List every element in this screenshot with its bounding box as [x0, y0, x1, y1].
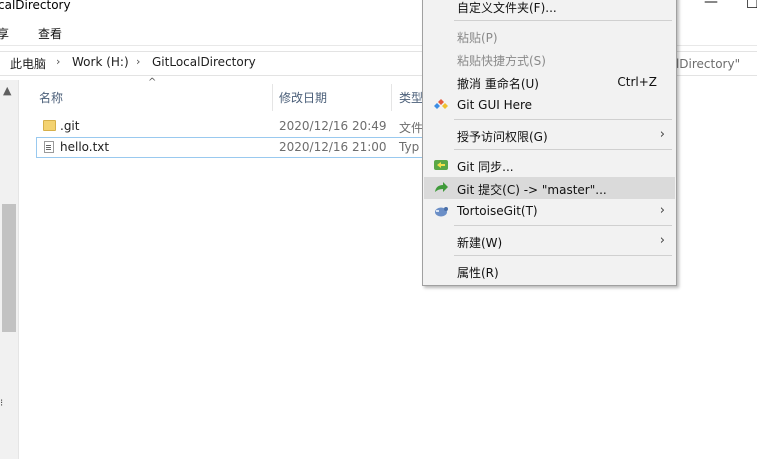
submenu-arrow-icon: › — [659, 233, 665, 248]
git-commit-icon — [433, 181, 449, 195]
scroll-up-arrow-icon[interactable]: ▲ — [3, 84, 11, 97]
menu-item-label: Git 同步... — [457, 160, 514, 174]
minimize-button[interactable]: — — [704, 0, 718, 10]
window-title: calDirectory — [0, 0, 71, 12]
menu-item-grant-access[interactable]: 授予访问权限(G) › — [424, 124, 675, 146]
pane-divider[interactable] — [18, 80, 19, 459]
file-type: Typ — [399, 140, 420, 154]
file-name[interactable]: hello.txt — [60, 140, 109, 154]
menu-separator — [454, 119, 672, 120]
chevron-right-icon[interactable]: › — [56, 55, 60, 68]
ribbon-tab-share[interactable]: 享 — [0, 25, 9, 42]
menu-item-label: TortoiseGit(T) — [457, 204, 538, 218]
menu-item-git-commit[interactable]: Git 提交(C) -> "master"... — [424, 177, 675, 199]
menu-separator — [454, 255, 672, 256]
column-divider[interactable] — [272, 84, 273, 111]
menu-item-git-gui-here[interactable]: Git GUI Here — [424, 94, 675, 116]
menu-item-customize-folder[interactable]: 自定义文件夹(F)... — [424, 0, 675, 17]
folder-icon — [43, 120, 56, 131]
menu-item-undo-rename[interactable]: 撤消 重命名(U) Ctrl+Z — [424, 71, 675, 93]
menu-item-label: 粘贴快捷方式(S) — [457, 54, 546, 68]
submenu-arrow-icon: › — [659, 127, 665, 142]
file-name[interactable]: .git — [60, 119, 79, 133]
git-gui-icon — [433, 98, 449, 112]
file-type: 文件 — [399, 121, 424, 135]
ribbon-tab-view[interactable]: 查看 — [38, 25, 62, 42]
menu-item-shortcut: Ctrl+Z — [617, 75, 657, 89]
navigation-pane-edge: ⁝ — [0, 398, 4, 409]
file-modified: 2020/12/16 21:00 — [279, 140, 387, 154]
text-file-icon — [44, 141, 54, 153]
submenu-arrow-icon: › — [659, 203, 665, 218]
menu-item-new[interactable]: 新建(W) › — [424, 230, 675, 252]
menu-item-tortoisegit[interactable]: TortoiseGit(T) › — [424, 200, 675, 222]
menu-item-label: 新建(W) — [457, 236, 503, 250]
menu-item-label: Git 提交(C) -> "master"... — [457, 183, 607, 197]
menu-item-label: 授予访问权限(G) — [457, 130, 548, 144]
maximize-button[interactable]: ☐ — [746, 0, 757, 12]
menu-item-label: Git GUI Here — [457, 98, 533, 112]
menu-item-label: 撤消 重命名(U) — [457, 77, 539, 91]
column-header-modified[interactable]: 修改日期 — [279, 89, 327, 106]
menu-item-git-sync[interactable]: Git 同步... — [424, 154, 675, 176]
context-menu: 自定义文件夹(F)... 粘贴(P) 粘贴快捷方式(S) 撤消 重命名(U) C… — [422, 0, 677, 286]
menu-separator — [454, 20, 672, 21]
menu-separator — [454, 225, 672, 226]
column-header-name[interactable]: 名称 — [39, 89, 63, 106]
column-divider[interactable] — [391, 84, 392, 111]
menu-item-paste[interactable]: 粘贴(P) — [424, 25, 675, 47]
menu-item-label: 属性(R) — [457, 266, 499, 280]
chevron-right-icon[interactable]: › — [136, 55, 140, 68]
git-sync-icon — [433, 158, 449, 172]
file-modified: 2020/12/16 20:49 — [279, 119, 387, 133]
menu-separator — [454, 149, 672, 150]
menu-item-paste-shortcut[interactable]: 粘贴快捷方式(S) — [424, 48, 675, 70]
menu-item-label: 自定义文件夹(F)... — [457, 1, 557, 15]
sort-ascending-icon: ^ — [148, 77, 157, 88]
breadcrumb-gitlocaldirectory[interactable]: GitLocalDirectory — [152, 55, 256, 69]
breadcrumb-work-drive[interactable]: Work (H:) — [72, 55, 129, 69]
breadcrumb-this-pc[interactable]: 此电脑 — [10, 55, 46, 72]
column-header-type[interactable]: 类型 — [399, 89, 423, 106]
menu-item-label: 粘贴(P) — [457, 31, 498, 45]
tortoisegit-icon — [433, 204, 449, 218]
scrollbar-thumb[interactable] — [2, 204, 16, 332]
menu-item-properties[interactable]: 属性(R) — [424, 260, 675, 282]
